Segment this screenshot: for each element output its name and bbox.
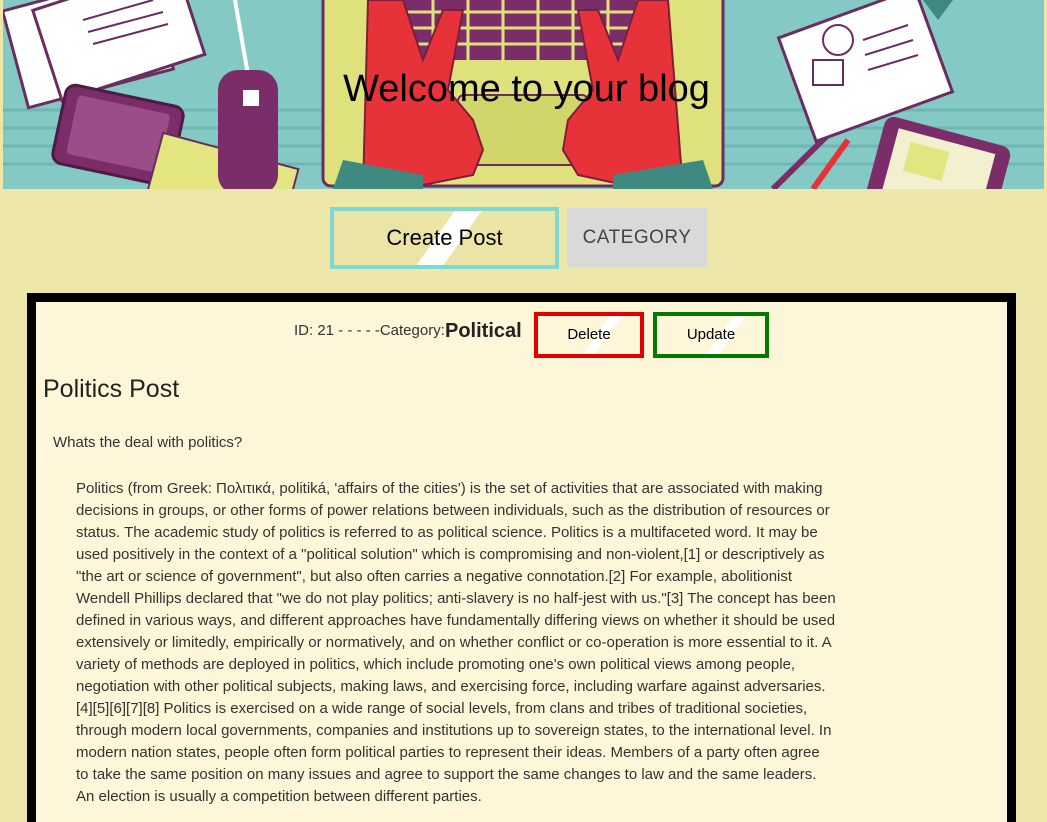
post-category: Political — [445, 320, 522, 342]
update-button[interactable]: Update — [653, 312, 769, 358]
hero-title: Welcome to your blog — [343, 68, 710, 110]
post-question: Whats the deal with politics? — [53, 434, 243, 451]
create-post-button[interactable]: Create Post — [330, 207, 559, 269]
delete-button[interactable]: Delete — [534, 312, 644, 358]
create-post-label: Create Post — [386, 225, 503, 250]
hero-banner: Welcome to your blog — [3, 0, 1044, 189]
post-body: Politics (from Greek: Πολιτικά, politiká… — [76, 480, 836, 805]
delete-label: Delete — [567, 326, 611, 343]
post-title: Politics Post — [43, 375, 180, 403]
post-card: ID: 21 - - - - -Category: - Political De… — [27, 293, 1016, 822]
category-button[interactable]: CATEGORY — [567, 208, 707, 267]
update-label: Update — [686, 326, 736, 343]
post-meta: ID: 21 - - - - -Category: - — [294, 322, 455, 339]
